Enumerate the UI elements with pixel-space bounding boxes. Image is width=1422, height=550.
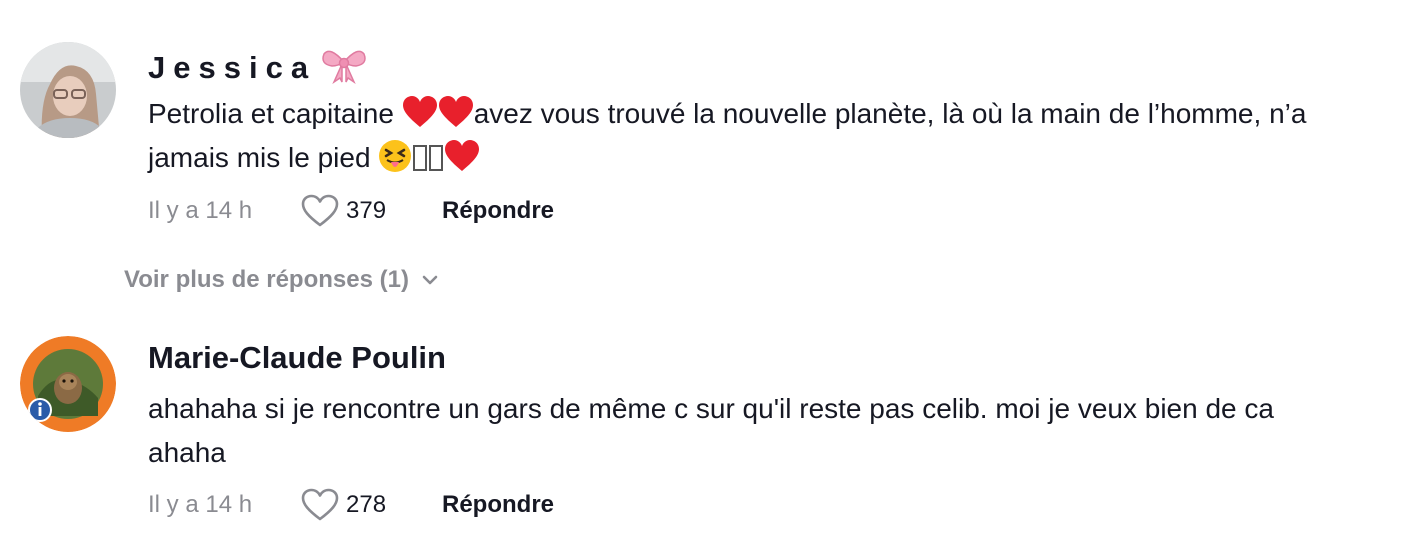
avatar[interactable] [20,336,116,432]
like-count: 278 [346,491,387,518]
username[interactable]: Marie-Claude Poulin [148,340,446,376]
missing-glyph-icon [413,145,428,171]
comment-text: Petrolia et capitaine avez vous trouvé l… [148,92,1348,180]
avatar[interactable] [20,42,116,138]
comment-text: ahahaha si je rencontre un gars de même … [148,393,1274,468]
username[interactable]: Jessica [148,44,368,86]
like-heart-icon[interactable] [300,487,340,523]
red-heart-icon [402,95,438,129]
chevron-down-icon [419,269,441,291]
squinting-tongue-face-icon [378,139,412,173]
like-heart-icon[interactable] [300,193,340,229]
view-more-replies-button[interactable]: Voir plus de réponses (1) [124,266,441,294]
timestamp: Il y a 14 h [148,491,253,518]
missing-glyph-icon [429,145,444,171]
reply-button[interactable]: Répondre [442,197,554,225]
comment-meta: Il y a 14 h 379 Répondre [148,191,554,231]
ribbon-bow-icon [320,44,368,85]
view-more-replies-label: Voir plus de réponses (1) [124,266,409,293]
comment-meta: Il y a 14 h 278 Répondre [148,485,554,525]
timestamp: Il y a 14 h [148,197,253,224]
reply-button[interactable]: Répondre [442,491,554,519]
red-heart-icon [438,95,474,129]
red-heart-icon [444,139,480,173]
like-count: 379 [346,197,387,224]
